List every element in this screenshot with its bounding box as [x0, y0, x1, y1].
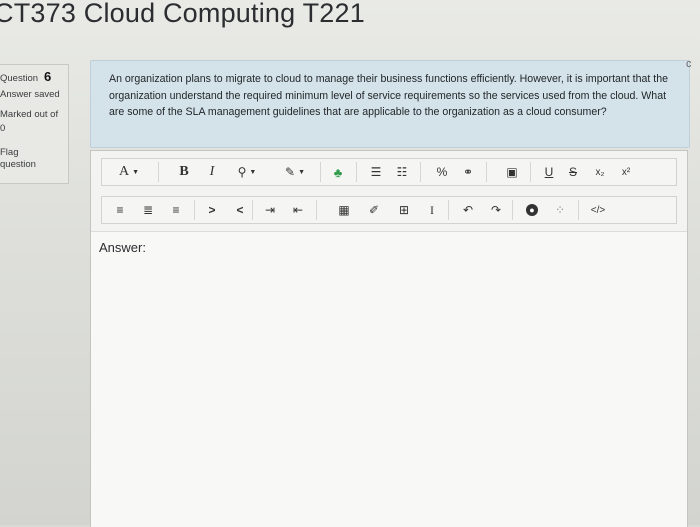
toolbar-separator	[320, 162, 321, 182]
align-right-button[interactable]: ≡	[166, 197, 186, 223]
answer-editor: A ▼ B I ⚲ ▼ ✎ ▼ ♣ ☰ ☷ % ⚭ ▣ U S x₂ x² ≡ ≣ ≡	[90, 150, 688, 527]
toolbar-separator	[512, 200, 513, 220]
caret-down-icon: ▼	[249, 168, 257, 176]
image-button[interactable]: ▣	[502, 159, 522, 185]
text-color-icon: ⚲	[237, 165, 247, 179]
question-info-panel: Question 6 Answer saved Marked out of 0 F…	[0, 64, 69, 184]
page: CT373 Cloud Computing T221 Question 6 Ans…	[0, 0, 700, 527]
italic-button[interactable]: I	[202, 159, 222, 185]
bold-button[interactable]: B	[174, 159, 194, 185]
caret-down-icon: ▼	[298, 168, 305, 176]
screenreader-button[interactable]: ⁘	[550, 197, 570, 223]
indent-button[interactable]: ⇥	[260, 197, 280, 223]
table-button[interactable]: ⊞	[394, 197, 414, 223]
brush-icon: ✎	[285, 165, 296, 179]
styles-button[interactable]: ♣	[328, 159, 348, 185]
rtl-button[interactable]: <	[230, 197, 250, 223]
align-center-button[interactable]: ≣	[138, 197, 158, 223]
question-number-value: 6	[44, 69, 52, 84]
question-text: An organization plans to migrate to clou…	[109, 73, 669, 118]
flag-question-link[interactable]: Flag	[0, 147, 18, 158]
caret-down-icon: ▼	[132, 168, 140, 176]
underline-button[interactable]: U	[540, 159, 558, 185]
chevron-left-icon[interactable]: c	[686, 58, 700, 72]
marked-out-of-label: Marked out of	[0, 109, 59, 120]
highlight-button[interactable]: ✎ ▼	[278, 159, 312, 185]
unlink-button[interactable]: ⚭	[458, 159, 478, 185]
toolbar-separator	[252, 200, 253, 220]
outdent-button[interactable]: ⇤	[288, 197, 308, 223]
toolbar-separator	[420, 162, 421, 182]
course-title: CT373 Cloud Computing T221	[0, 0, 365, 28]
undo-button[interactable]: ↶	[458, 197, 478, 223]
link-button[interactable]: %	[432, 159, 452, 185]
ltr-button[interactable]: >	[202, 197, 222, 223]
question-number: Question 6	[0, 69, 51, 84]
toolbar-separator	[578, 200, 579, 220]
toolbar-separator	[356, 162, 357, 182]
font-size-icon: A	[118, 164, 130, 179]
subscript-button[interactable]: x₂	[590, 159, 610, 185]
answer-status: Answer saved	[0, 89, 60, 100]
align-left-button[interactable]: ≡	[110, 197, 130, 223]
toolbar-separator	[530, 162, 531, 182]
toolbar-separator	[194, 200, 195, 220]
toolbar-separator	[486, 162, 487, 182]
answer-text-area[interactable]: Answer:	[91, 231, 687, 527]
ordered-list-button[interactable]: ☷	[392, 159, 412, 185]
superscript-button[interactable]: x²	[616, 159, 636, 185]
accessibility-button[interactable]: ●	[522, 197, 542, 223]
edit-button[interactable]: ✐	[364, 197, 384, 223]
equation-button[interactable]: ▦	[334, 197, 354, 223]
font-size-button[interactable]: A ▼	[112, 159, 146, 185]
clear-format-button[interactable]: I	[422, 197, 442, 223]
unordered-list-button[interactable]: ☰	[366, 159, 386, 185]
toolbar-row-2: ≡ ≣ ≡ > < ⇥ ⇤ ▦ ✐ ⊞ I ↶ ↷ ● ⁘ </>	[101, 196, 677, 224]
answer-label: Answer:	[99, 240, 146, 255]
question-panel: An organization plans to migrate to clou…	[90, 60, 690, 148]
accessibility-icon: ●	[526, 204, 538, 216]
toolbar-row-1: A ▼ B I ⚲ ▼ ✎ ▼ ♣ ☰ ☷ % ⚭ ▣ U S x₂ x²	[101, 158, 677, 186]
toolbar-separator	[158, 162, 159, 182]
edit-question-link[interactable]: question	[0, 159, 36, 170]
text-color-button[interactable]: ⚲ ▼	[232, 159, 262, 185]
html-button[interactable]: </>	[586, 197, 610, 223]
strikethrough-button[interactable]: S	[564, 159, 582, 185]
marks-value: 0	[0, 123, 6, 134]
toolbar-separator	[448, 200, 449, 220]
question-label: Question	[0, 73, 39, 84]
redo-button[interactable]: ↷	[486, 197, 506, 223]
toolbar-separator	[316, 200, 317, 220]
